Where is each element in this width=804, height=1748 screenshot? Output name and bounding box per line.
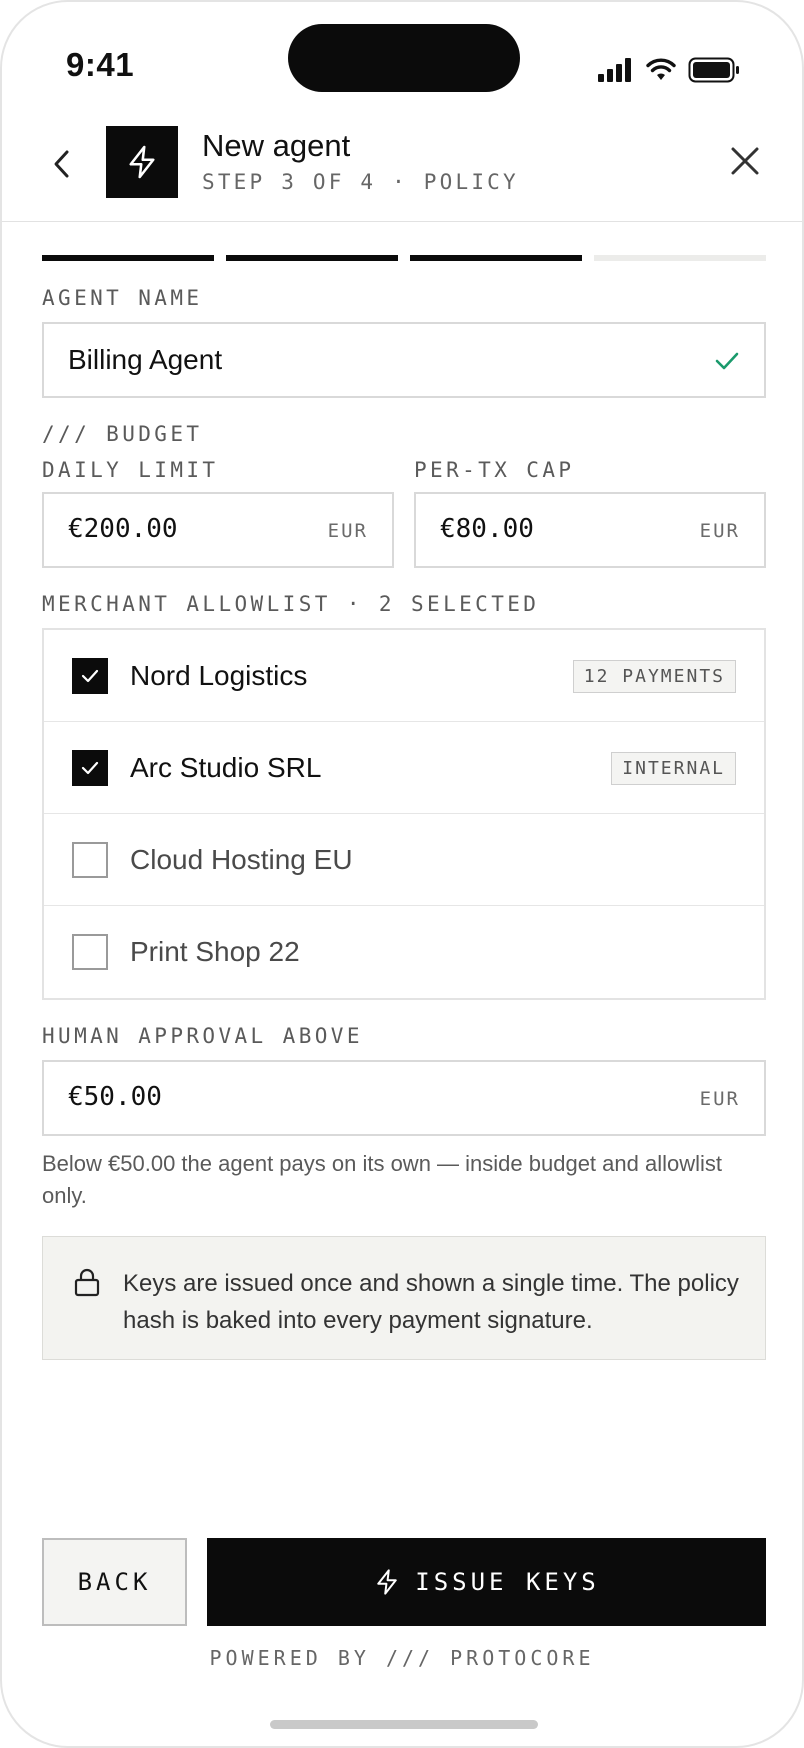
signal-icon [598, 58, 631, 82]
lock-icon [74, 1268, 100, 1297]
dynamic-island [288, 24, 520, 92]
back-button[interactable]: BACK [42, 1538, 187, 1626]
page-title: New agent [202, 128, 351, 163]
wifi-icon [646, 58, 676, 80]
check-icon [81, 761, 99, 775]
merchant-allowlist: Nord Logistics 12 PAYMENTS Arc Studio SR… [42, 628, 766, 1000]
progress-segment [226, 255, 398, 261]
progress-segment [410, 255, 582, 261]
merchant-row-arc-studio[interactable]: Arc Studio SRL INTERNAL [44, 722, 764, 814]
progress-segment [42, 255, 214, 261]
lightning-icon [377, 1569, 397, 1595]
step-indicator: STEP 3 OF 4 · POLICY [202, 170, 519, 194]
checkbox-checked[interactable] [72, 658, 108, 694]
per-tx-cap-label: PER-TX CAP [414, 458, 575, 482]
per-tx-cap-value: €80.00 [440, 514, 534, 544]
check-icon [81, 669, 99, 683]
lightning-icon [129, 145, 155, 179]
checkbox-checked[interactable] [72, 750, 108, 786]
merchant-name: Cloud Hosting EU [130, 844, 353, 875]
valid-check-icon [715, 352, 739, 370]
daily-limit-label: DAILY LIMIT [42, 458, 219, 482]
merchant-name: Nord Logistics [130, 660, 308, 691]
keys-notice: Keys are issued once and shown a single … [42, 1236, 766, 1360]
step-progress-bar [42, 255, 766, 261]
currency-label: EUR [699, 520, 740, 542]
daily-limit-field[interactable]: €200.00 EUR [42, 492, 394, 568]
approval-threshold-field[interactable]: €50.00 EUR [42, 1060, 766, 1136]
progress-segment [594, 255, 766, 261]
merchant-row-print-shop[interactable]: Print Shop 22 [44, 906, 764, 998]
approval-label: HUMAN APPROVAL ABOVE [42, 1024, 363, 1048]
approval-helper-text: Below €50.00 the agent pays on its own —… [42, 1151, 722, 1208]
wizard-header: New agent STEP 3 OF 4 · POLICY [2, 112, 802, 222]
per-tx-cap-field[interactable]: €80.00 EUR [414, 492, 766, 568]
merchant-badge: INTERNAL [611, 752, 736, 785]
status-icons [598, 57, 740, 83]
chevron-left-icon[interactable] [48, 146, 76, 182]
currency-label: EUR [699, 1088, 740, 1110]
agent-name-label: AGENT NAME [42, 286, 203, 310]
allowlist-label: MERCHANT ALLOWLIST · 2 SELECTED [42, 592, 540, 616]
app-logo [106, 126, 178, 198]
agent-name-field[interactable]: Billing Agent [42, 322, 766, 398]
issue-keys-button[interactable]: ISSUE KEYS [207, 1538, 766, 1626]
checkbox-unchecked[interactable] [72, 842, 108, 878]
agent-name-value: Billing Agent [68, 344, 223, 375]
checkbox-unchecked[interactable] [72, 934, 108, 970]
merchant-row-cloud-hosting[interactable]: Cloud Hosting EU [44, 814, 764, 906]
approval-value: €50.00 [68, 1082, 162, 1112]
merchant-badge: 12 PAYMENTS [572, 660, 736, 693]
status-time: 9:41 [66, 46, 135, 83]
notice-text: Keys are issued once and shown a single … [123, 1270, 739, 1334]
merchant-row-nord-logistics[interactable]: Nord Logistics 12 PAYMENTS [44, 630, 764, 722]
close-icon[interactable] [730, 146, 760, 176]
phone-screen: 9:41 New agent STEP 3 OF 4 · POLICY AGEN… [0, 0, 804, 1748]
powered-by: POWERED BY /// PROTOCORE [209, 1646, 595, 1670]
merchant-name: Arc Studio SRL [130, 752, 322, 783]
budget-section-label: /// BUDGET [42, 422, 203, 446]
currency-label: EUR [327, 520, 368, 542]
merchant-name: Print Shop 22 [130, 936, 300, 967]
home-indicator[interactable] [270, 1720, 538, 1729]
issue-keys-label: ISSUE KEYS [415, 1568, 600, 1596]
battery-icon [688, 57, 739, 83]
daily-limit-value: €200.00 [68, 514, 178, 544]
